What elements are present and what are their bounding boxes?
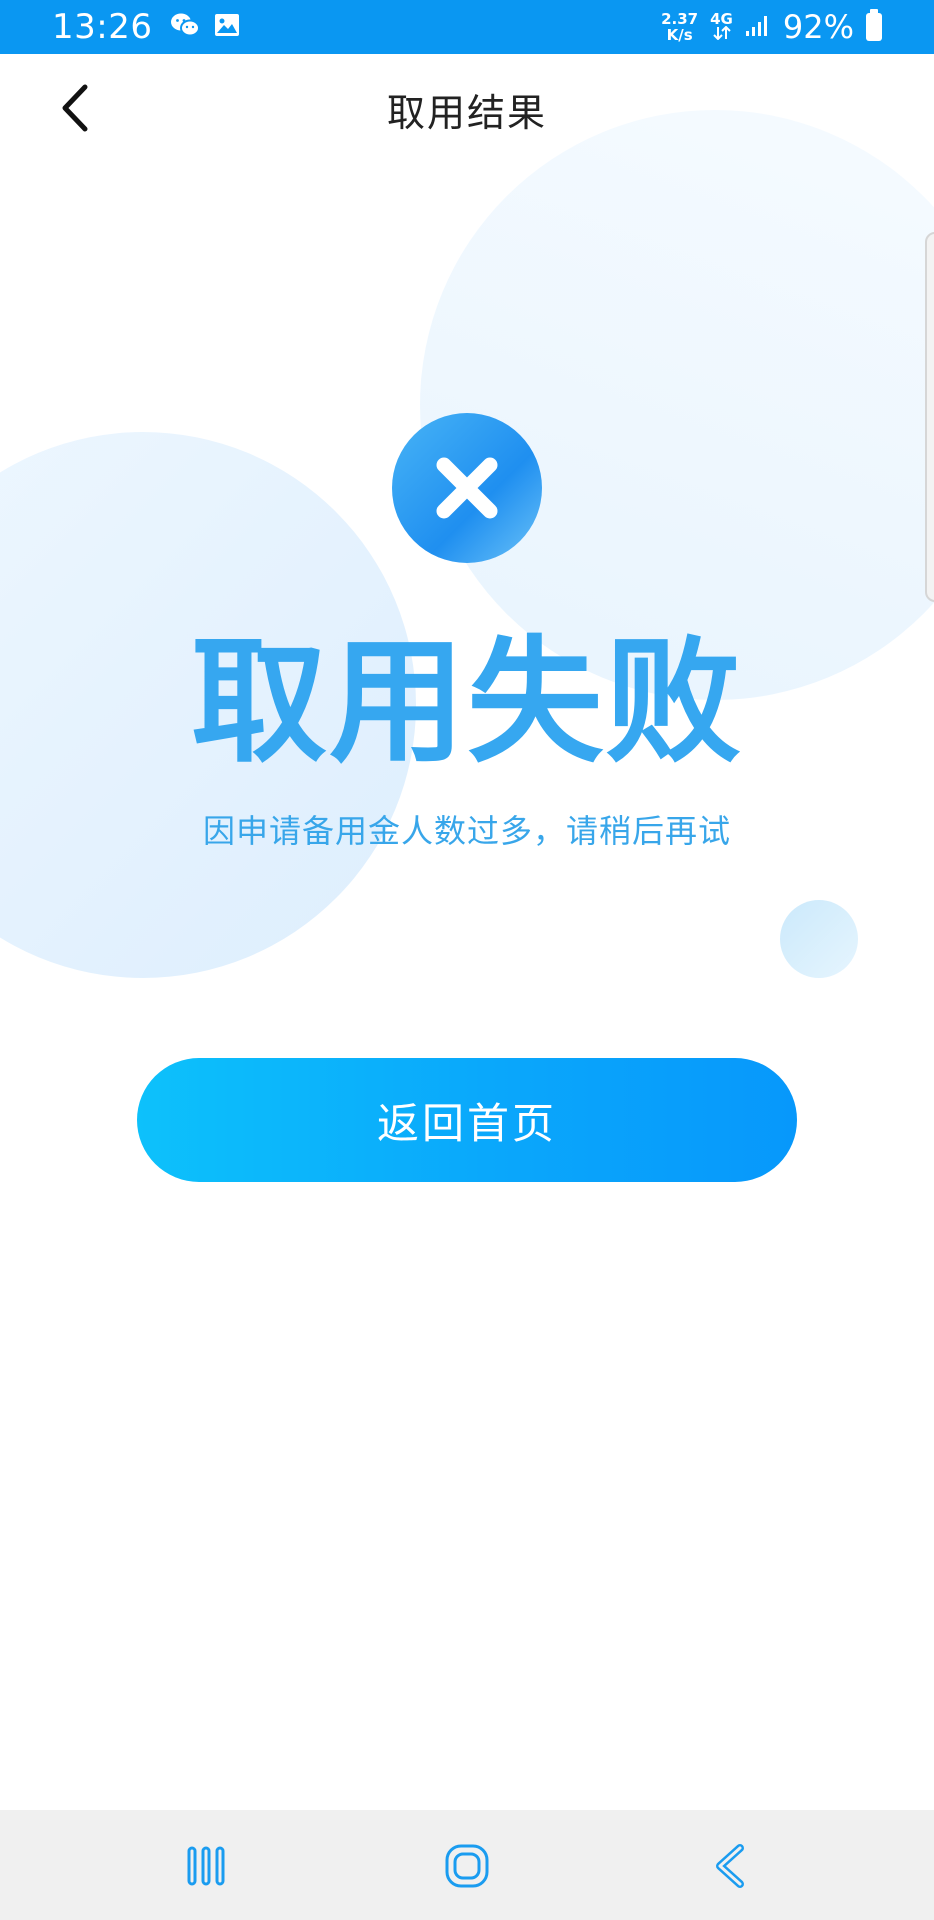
notification-icons bbox=[170, 12, 240, 42]
network-speed-value: 2.37 bbox=[661, 10, 699, 28]
screen: 13:26 2.37 K/s 4G 92% 取用结果 取用失败 因申请备用金人数… bbox=[0, 0, 934, 1920]
close-circle-icon bbox=[392, 413, 542, 563]
status-bar: 13:26 2.37 K/s 4G 92% bbox=[0, 0, 934, 54]
network-speed-unit: K/s bbox=[666, 26, 693, 44]
back-button[interactable] bbox=[44, 76, 104, 140]
decor-circle-small bbox=[780, 900, 858, 978]
network-speed: 2.37 K/s bbox=[661, 11, 698, 43]
result-description: 因申请备用金人数过多，请稍后再试 bbox=[202, 812, 731, 850]
app-header: 取用结果 bbox=[0, 54, 934, 164]
result-title: 取用失败 bbox=[191, 624, 743, 782]
battery-icon bbox=[866, 9, 882, 41]
status-time: 13:26 bbox=[52, 7, 153, 47]
data-arrows-icon bbox=[710, 25, 733, 42]
nav-back-button[interactable] bbox=[700, 1836, 760, 1896]
recent-apps-button[interactable] bbox=[176, 1836, 236, 1896]
wechat-icon bbox=[170, 12, 201, 42]
decor-circle-top-right bbox=[420, 110, 934, 700]
battery-percent: 92% bbox=[782, 8, 854, 46]
status-right: 2.37 K/s 4G 92% bbox=[661, 8, 882, 46]
home-button[interactable] bbox=[437, 1836, 497, 1896]
edge-panel-handle[interactable] bbox=[925, 232, 934, 602]
back-icon bbox=[716, 1844, 744, 1888]
network-type: 4G bbox=[710, 12, 733, 42]
chevron-left-icon bbox=[62, 84, 88, 132]
network-type-label: 4G bbox=[710, 10, 733, 28]
gallery-icon bbox=[214, 13, 240, 41]
recent-apps-icon bbox=[187, 1846, 225, 1886]
signal-icon bbox=[745, 13, 771, 41]
system-nav-bar bbox=[0, 1810, 934, 1920]
home-icon bbox=[445, 1844, 489, 1888]
return-home-button[interactable]: 返回首页 bbox=[137, 1058, 797, 1182]
page-title: 取用结果 bbox=[386, 90, 547, 135]
